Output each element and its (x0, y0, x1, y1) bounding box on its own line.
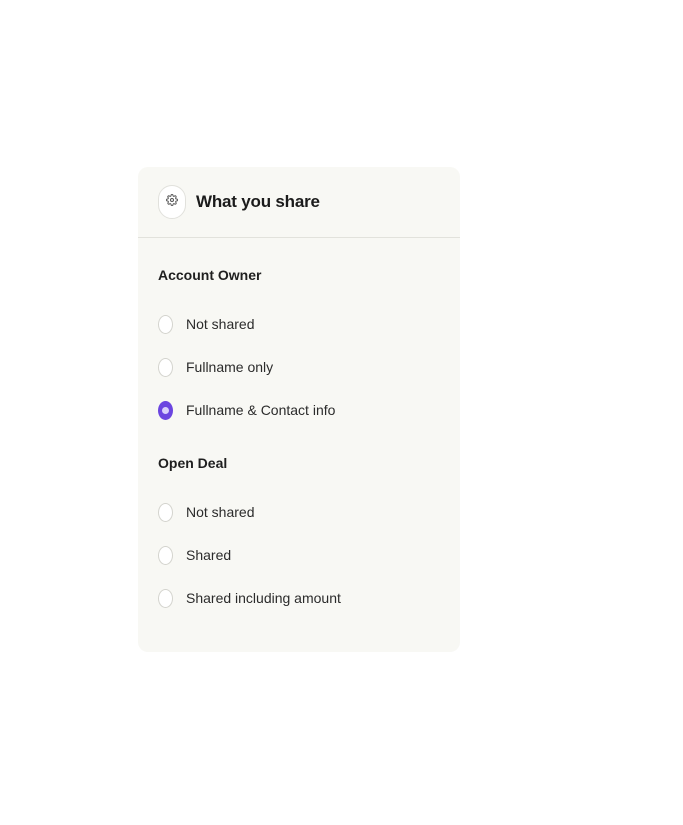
radio-option-open-deal-not-shared[interactable]: Not shared (158, 501, 254, 523)
share-settings-panel: What you share Account Owner Not shared … (138, 167, 460, 652)
panel-header: What you share (138, 167, 460, 238)
panel-title: What you share (196, 192, 320, 211)
radio-option-label: Not shared (186, 316, 255, 332)
radio-button[interactable] (158, 357, 173, 377)
radio-option-label: Not shared (186, 504, 255, 520)
section-title-open-deal: Open Deal (158, 455, 228, 471)
radio-button-selected[interactable] (147, 390, 184, 430)
settings-icon-button[interactable] (158, 185, 186, 219)
radio-option-account-owner-not-shared[interactable]: Not shared (158, 313, 254, 335)
radio-option-label: Shared (186, 547, 232, 563)
radio-option-account-owner-fullname-contact[interactable]: Fullname & Contact info (147, 390, 336, 430)
radio-option-label: Fullname & Contact info (186, 402, 336, 418)
gear-icon (166, 193, 178, 211)
radio-button[interactable] (158, 502, 173, 522)
radio-button[interactable] (158, 545, 173, 565)
radio-option-open-deal-shared[interactable]: Shared (158, 544, 231, 566)
radio-button[interactable] (158, 588, 173, 608)
radio-option-account-owner-fullname-only[interactable]: Fullname only (158, 356, 273, 378)
radio-option-label: Shared including amount (186, 590, 341, 606)
radio-option-label: Fullname only (186, 359, 274, 375)
radio-button[interactable] (158, 314, 173, 334)
radio-option-open-deal-shared-including-amount[interactable]: Shared including amount (158, 587, 341, 609)
section-title-account-owner: Account Owner (158, 267, 262, 283)
